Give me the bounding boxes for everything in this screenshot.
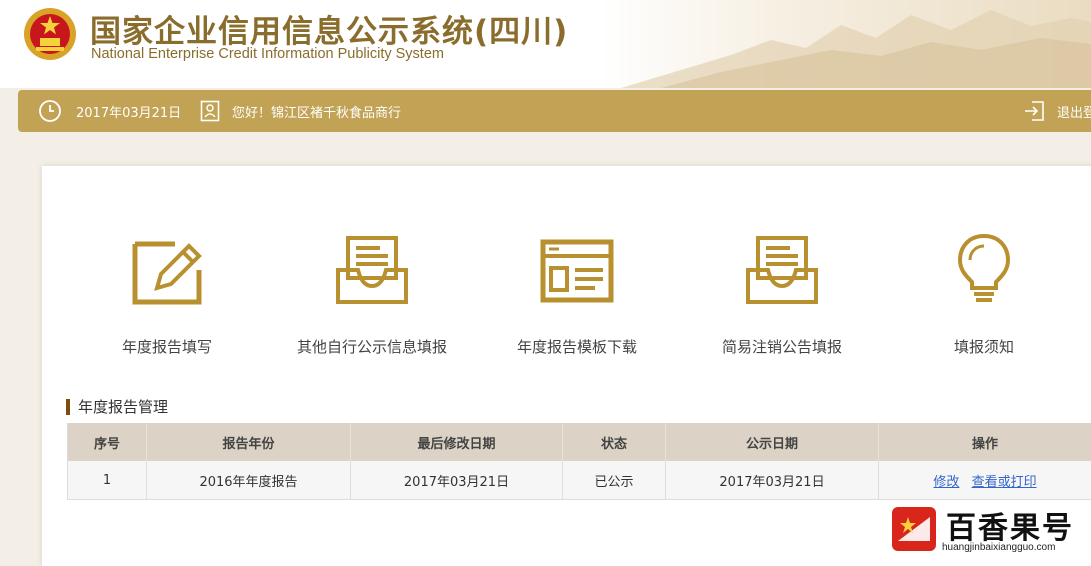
table-row: 1 2016年年度报告 2017年03月21日 已公示 2017年03月21日 … bbox=[68, 461, 1091, 500]
feature-label: 简易注销公告填报 bbox=[692, 336, 872, 357]
cell-index: 1 bbox=[68, 461, 147, 500]
edit-link[interactable]: 修改 bbox=[933, 475, 959, 490]
watermark-text: 百香果号 bbox=[946, 503, 1074, 547]
watermark: 百香果号 huangjinbaixiangguo.com bbox=[884, 500, 1091, 560]
feature-label: 年度报告填写 bbox=[77, 336, 257, 357]
watermark-logo-icon bbox=[892, 507, 936, 551]
feature-annual-report-fill[interactable]: 年度报告填写 bbox=[77, 230, 257, 310]
col-actions: 操作 bbox=[879, 423, 1091, 461]
cell-report-year: 2016年年度报告 bbox=[147, 461, 351, 500]
logout-label: 退出登 bbox=[1057, 102, 1091, 121]
annual-report-table: 序号 报告年份 最后修改日期 状态 公示日期 操作 1 2016年年度报告 20… bbox=[67, 423, 1091, 500]
feature-simple-deregistration[interactable]: 简易注销公告填报 bbox=[692, 230, 872, 310]
user-card-icon bbox=[200, 100, 220, 122]
section-marker bbox=[66, 399, 70, 415]
cell-publish-date: 2017年03月21日 bbox=[666, 461, 879, 500]
date-display: 2017年03月21日 bbox=[38, 90, 181, 132]
inbox-tray-icon bbox=[332, 230, 412, 310]
feature-other-info-fill[interactable]: 其他自行公示信息填报 bbox=[282, 230, 462, 310]
logout-button[interactable]: 退出登 bbox=[1023, 90, 1091, 132]
logout-icon bbox=[1023, 100, 1045, 122]
national-emblem-icon bbox=[22, 6, 78, 62]
site-title: 国家企业信用信息公示系统(四川) bbox=[90, 6, 568, 51]
watermark-url: huangjinbaixiangguo.com bbox=[942, 542, 1055, 553]
view-print-link[interactable]: 查看或打印 bbox=[972, 475, 1037, 490]
greeting-text: 您好！锦江区褚千秋食品商行 bbox=[232, 102, 401, 121]
col-last-modified: 最后修改日期 bbox=[351, 423, 563, 461]
lightbulb-icon bbox=[944, 230, 1024, 310]
feature-instructions[interactable]: 填报须知 bbox=[894, 230, 1074, 310]
col-status: 状态 bbox=[563, 423, 666, 461]
user-greeting: 您好！锦江区褚千秋食品商行 bbox=[200, 90, 401, 132]
cell-last-modified: 2017年03月21日 bbox=[351, 461, 563, 500]
table-header-row: 序号 报告年份 最后修改日期 状态 公示日期 操作 bbox=[68, 423, 1091, 461]
cell-status: 已公示 bbox=[563, 461, 666, 500]
top-bar: 2017年03月21日 您好！锦江区褚千秋食品商行 退出登 bbox=[18, 90, 1091, 132]
section-title: 年度报告管理 bbox=[66, 396, 168, 417]
inbox-tray-icon bbox=[742, 230, 822, 310]
clock-icon bbox=[38, 99, 62, 123]
mountain-decoration bbox=[621, 0, 1091, 88]
feature-label: 其他自行公示信息填报 bbox=[282, 336, 462, 357]
cell-actions: 修改 查看或打印 bbox=[879, 461, 1091, 500]
feature-template-download[interactable]: 年度报告模板下载 bbox=[487, 230, 667, 310]
site-header: 国家企业信用信息公示系统(四川) National Enterprise Cre… bbox=[0, 0, 1091, 88]
feature-label: 填报须知 bbox=[894, 336, 1074, 357]
site-subtitle: National Enterprise Credit Information P… bbox=[91, 46, 444, 62]
feature-label: 年度报告模板下载 bbox=[487, 336, 667, 357]
edit-icon bbox=[127, 230, 207, 310]
col-report-year: 报告年份 bbox=[147, 423, 351, 461]
col-index: 序号 bbox=[68, 423, 147, 461]
current-date: 2017年03月21日 bbox=[76, 102, 181, 121]
template-icon bbox=[537, 230, 617, 310]
col-publish-date: 公示日期 bbox=[666, 423, 879, 461]
